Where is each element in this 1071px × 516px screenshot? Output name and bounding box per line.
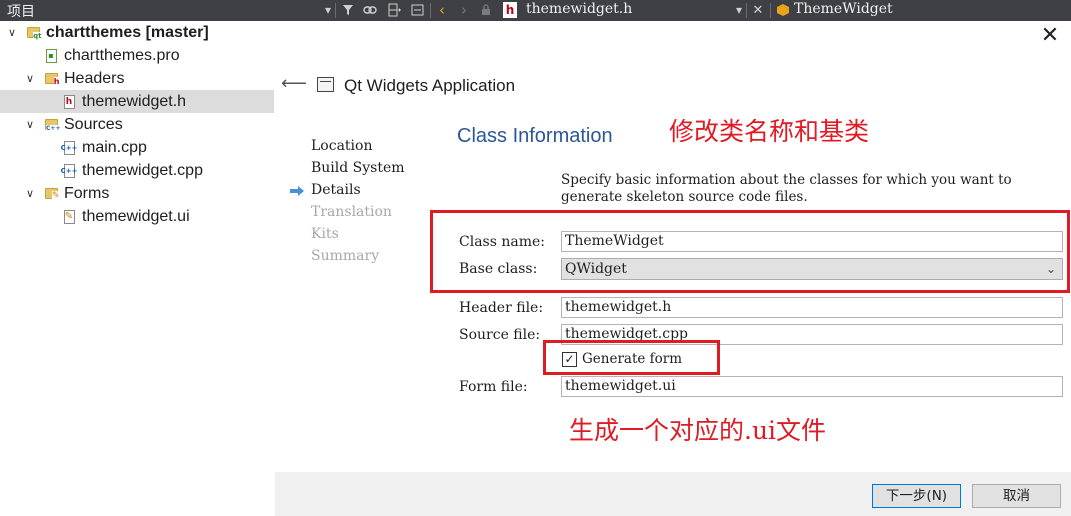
class-symbol-icon (775, 2, 791, 18)
tree-item-main-cpp[interactable]: C++ main.cpp (0, 136, 275, 159)
cpp-file-icon: C++ (61, 163, 77, 179)
back-arrow-icon[interactable]: ‹ (434, 1, 450, 19)
collapse-icon[interactable] (409, 2, 425, 18)
expand-arrow-icon[interactable]: ∨ (24, 118, 36, 131)
ui-file-icon: ✎ (63, 209, 75, 224)
step-details: Details (290, 182, 361, 198)
step-kits: Kits (311, 226, 339, 242)
step-summary: Summary (311, 248, 380, 264)
back-arrow-icon[interactable]: ⟵ (281, 73, 307, 94)
tree-item-sources[interactable]: ∨ C++ Sources (0, 113, 275, 136)
cpp-file-icon: C++ (61, 140, 77, 156)
tree-item-label: main.cpp (82, 138, 147, 156)
tree-item-project[interactable]: ∨ qt chartthemes [master] (0, 21, 275, 44)
section-description: Specify basic information about the clas… (561, 172, 1012, 205)
tree-item-ui-file[interactable]: ✎ themewidget.ui (0, 205, 275, 228)
tree-item-themewidget-cpp[interactable]: C++ themewidget.cpp (0, 159, 275, 182)
headers-folder-icon: h (44, 71, 60, 87)
tree-item-pro[interactable]: ▪ chartthemes.pro (0, 44, 275, 67)
annotation-box-class (430, 210, 1070, 293)
application-icon (317, 77, 334, 92)
project-panel-title: 项目 (7, 4, 35, 20)
form-file-label: Form file: (459, 379, 528, 395)
chevron-down-icon[interactable]: ▾ (320, 2, 336, 18)
expand-arrow-icon[interactable]: ∨ (24, 187, 36, 200)
toolbar-separator (746, 3, 747, 18)
cancel-button[interactable]: 取消 (972, 484, 1061, 508)
new-class-wizard: ✕ ⟵ Qt Widgets Application Location Buil… (275, 21, 1071, 516)
section-title: Class Information (457, 125, 613, 147)
tree-item-label: Sources (64, 115, 123, 133)
toolbar-separator (335, 3, 336, 18)
tree-item-label: themewidget.ui (82, 207, 190, 225)
step-location: Location (311, 138, 373, 154)
tree-item-headers[interactable]: ∨ h Headers (0, 67, 275, 90)
sources-folder-icon: C++ (44, 117, 61, 133)
tree-item-label: Headers (64, 69, 125, 87)
link-icon[interactable] (362, 2, 378, 18)
toolbar-separator (770, 3, 771, 18)
open-file-tab[interactable]: themewidget.h (526, 1, 632, 17)
tree-item-label: Forms (64, 184, 110, 202)
header-file-icon: h (503, 2, 517, 18)
current-step-arrow-icon (290, 186, 304, 196)
source-file-label: Source file: (459, 327, 541, 343)
expand-arrow-icon[interactable]: ∨ (6, 26, 18, 39)
annotation-bottom: 生成一个对应的.ui文件 (569, 416, 827, 445)
forms-folder-icon: ✎ (44, 186, 60, 202)
chevron-down-icon[interactable]: ▾ (731, 2, 747, 18)
annotation-top: 修改类名称和基类 (669, 117, 870, 146)
expand-arrow-icon[interactable]: ∨ (24, 72, 36, 85)
tree-item-forms[interactable]: ∨ ✎ Forms (0, 182, 275, 205)
tree-item-label: chartthemes [master] (46, 23, 209, 41)
toolbar-separator (430, 3, 431, 18)
close-icon[interactable]: ✕ (750, 2, 766, 18)
close-icon[interactable]: ✕ (1039, 25, 1061, 47)
form-file-input[interactable]: themewidget.ui (561, 376, 1063, 397)
annotation-box-form (543, 340, 720, 375)
step-build-system: Build System (311, 160, 405, 176)
wizard-footer: 下一步(N) 取消 (275, 472, 1071, 516)
project-tree: ∨ qt chartthemes [master] ▪ chartthemes.… (0, 21, 275, 516)
header-file-input[interactable]: themewidget.h (561, 297, 1063, 318)
tree-item-label: chartthemes.pro (64, 46, 180, 64)
header-file-icon: h (62, 94, 76, 110)
tree-item-label: themewidget.h (82, 92, 187, 110)
split-icon[interactable] (387, 2, 403, 18)
top-toolbar: 项目 ▾ ‹ › h themewidget.h ▾ ✕ ThemeWidget (0, 0, 1071, 21)
pro-file-icon: ▪ (44, 48, 58, 64)
lock-icon (478, 2, 494, 18)
tree-item-header-file[interactable]: h themewidget.h (0, 90, 274, 113)
step-label: Details (311, 182, 361, 198)
wizard-title: Qt Widgets Application (344, 76, 516, 95)
forward-arrow-icon[interactable]: › (456, 1, 472, 19)
qt-project-icon: qt (26, 25, 42, 41)
filter-icon[interactable] (340, 2, 356, 18)
symbol-selector[interactable]: ThemeWidget (794, 1, 893, 17)
tree-item-label: themewidget.cpp (82, 161, 203, 179)
header-file-label: Header file: (459, 300, 544, 316)
step-translation: Translation (311, 204, 392, 220)
next-button[interactable]: 下一步(N) (872, 484, 961, 508)
